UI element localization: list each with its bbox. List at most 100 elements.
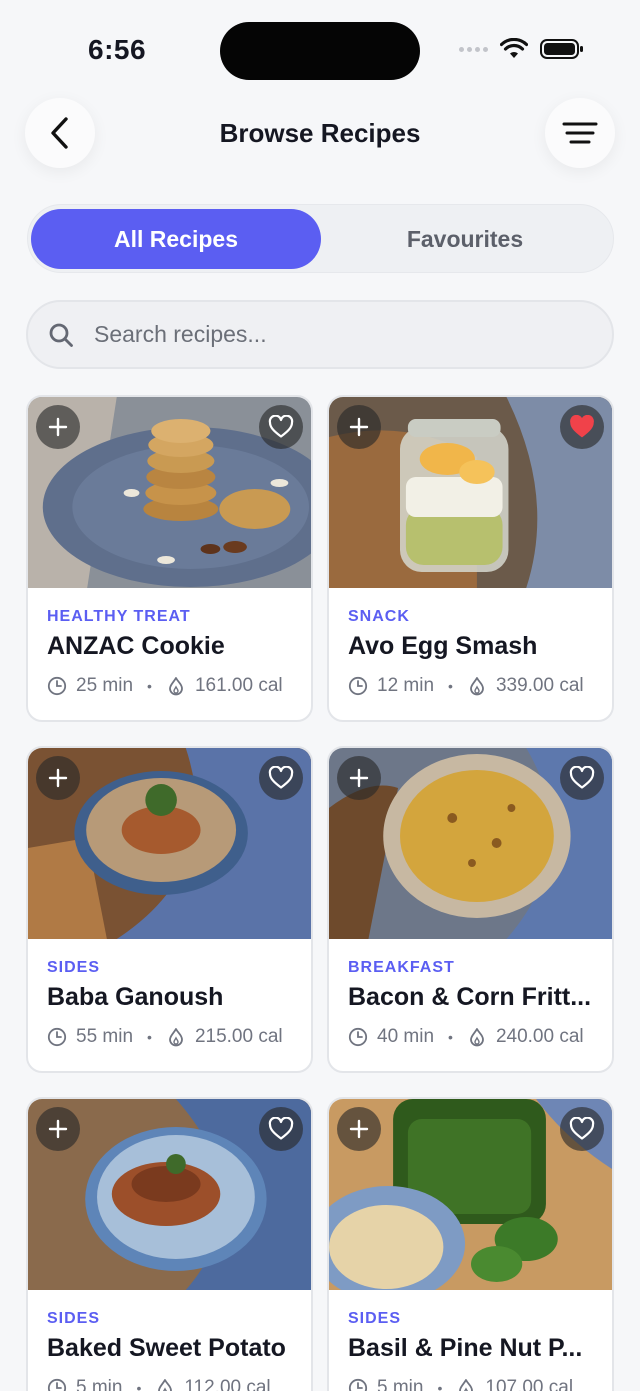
recipe-image xyxy=(329,1099,612,1290)
heart-outline-icon xyxy=(569,766,595,789)
recipe-name: Avo Egg Smash xyxy=(348,632,538,660)
recipe-meta: 5 min • 107.00 cal xyxy=(348,1377,592,1391)
clock-icon xyxy=(47,676,67,696)
plus-icon xyxy=(349,1119,369,1139)
search-input[interactable] xyxy=(94,321,554,348)
recipe-card[interactable]: SIDES Baked Sweet Potato 5 min • 112.00 … xyxy=(26,1097,313,1391)
recipe-card[interactable]: HEALTHY TREAT ANZAC Cookie 25 min • 161.… xyxy=(26,395,313,722)
recipe-calories: 339.00 cal xyxy=(495,675,584,696)
recipe-name: Baked Sweet Potato xyxy=(47,1334,286,1362)
favourite-button[interactable] xyxy=(560,756,604,800)
flame-icon xyxy=(467,1027,487,1047)
favourite-button[interactable] xyxy=(560,1107,604,1151)
recipe-time: 40 min xyxy=(377,1026,435,1047)
flame-icon xyxy=(456,1378,476,1391)
recipe-calories: 161.00 cal xyxy=(194,675,283,696)
heart-outline-icon xyxy=(268,1117,294,1140)
favourite-button[interactable] xyxy=(259,1107,303,1151)
recipe-image xyxy=(28,397,311,588)
recipe-category: SNACK xyxy=(348,608,410,625)
recipe-time: 5 min xyxy=(377,1377,424,1391)
clock-icon xyxy=(348,676,368,696)
recipe-card[interactable]: SNACK Avo Egg Smash 12 min • 339.00 cal xyxy=(327,395,614,722)
meta-separator: • xyxy=(147,1029,152,1045)
clock-icon xyxy=(47,1027,67,1047)
plus-icon xyxy=(48,768,68,788)
recipe-time: 12 min xyxy=(377,675,435,696)
meta-separator: • xyxy=(147,678,152,694)
plus-icon xyxy=(349,417,369,437)
add-to-plan-button[interactable] xyxy=(36,405,80,449)
page-title: Browse Recipes xyxy=(219,118,421,148)
recipe-card[interactable]: SIDES Baba Ganoush 55 min • 215.00 cal xyxy=(26,746,313,1073)
favourite-button[interactable] xyxy=(259,405,303,449)
status-time: 6:56 xyxy=(88,34,147,65)
meta-separator: • xyxy=(448,1029,453,1045)
status-icons xyxy=(459,38,584,60)
plus-icon xyxy=(48,1119,68,1139)
flame-icon xyxy=(166,676,186,696)
clock-icon xyxy=(47,1378,67,1391)
status-bar: 6:56 xyxy=(0,0,640,100)
recipe-meta: 5 min • 112.00 cal xyxy=(47,1377,291,1391)
battery-icon xyxy=(540,39,583,59)
search-bar xyxy=(26,300,614,369)
recipe-category: SIDES xyxy=(47,1310,101,1327)
heart-outline-icon xyxy=(268,766,294,789)
wifi-icon xyxy=(500,38,528,58)
add-to-plan-button[interactable] xyxy=(337,756,381,800)
favourite-button[interactable] xyxy=(560,405,604,449)
plus-icon xyxy=(48,417,68,437)
recipe-name: Bacon & Corn Fritt... xyxy=(348,983,592,1011)
plus-icon xyxy=(349,768,369,788)
flame-icon xyxy=(467,676,487,696)
meta-separator: • xyxy=(136,1380,142,1391)
recipe-image xyxy=(329,397,612,588)
clock-icon xyxy=(348,1378,368,1391)
menu-lines-icon xyxy=(562,122,598,144)
recipe-image xyxy=(28,748,311,939)
tab-all-recipes[interactable]: All Recipes xyxy=(31,209,321,269)
flame-icon xyxy=(155,1378,175,1391)
recipe-calories: 107.00 cal xyxy=(485,1377,574,1391)
recipe-meta: 12 min • 339.00 cal xyxy=(348,675,592,697)
signal-dots-icon xyxy=(459,46,488,52)
add-to-plan-button[interactable] xyxy=(36,756,80,800)
recipe-meta: 25 min • 161.00 cal xyxy=(47,675,291,697)
dynamic-island xyxy=(220,22,420,80)
recipe-card[interactable]: SIDES Basil & Pine Nut P... 5 min • 107.… xyxy=(327,1097,614,1391)
meta-separator: • xyxy=(437,1380,443,1391)
clock-icon xyxy=(348,1027,368,1047)
recipe-name: Baba Ganoush xyxy=(47,983,224,1011)
recipe-card[interactable]: BREAKFAST Bacon & Corn Fritt... 40 min •… xyxy=(327,746,614,1073)
recipe-image xyxy=(28,1099,311,1290)
heart-outline-icon xyxy=(268,415,294,438)
add-to-plan-button[interactable] xyxy=(337,405,381,449)
add-to-plan-button[interactable] xyxy=(337,1107,381,1151)
add-to-plan-button[interactable] xyxy=(36,1107,80,1151)
recipe-category: BREAKFAST xyxy=(348,959,455,976)
recipe-image xyxy=(329,748,612,939)
recipe-time: 5 min xyxy=(76,1377,123,1391)
recipe-tabs: All Recipes Favourites xyxy=(27,204,614,273)
recipe-meta: 40 min • 240.00 cal xyxy=(348,1026,592,1048)
recipe-name: ANZAC Cookie xyxy=(47,632,225,660)
tab-favourites[interactable]: Favourites xyxy=(320,209,610,269)
flame-icon xyxy=(166,1027,186,1047)
favourite-button[interactable] xyxy=(259,756,303,800)
heart-filled-icon xyxy=(570,415,594,438)
search-icon xyxy=(48,322,74,348)
recipe-category: SIDES xyxy=(348,1310,402,1327)
recipe-name: Basil & Pine Nut P... xyxy=(348,1334,583,1362)
recipe-time: 55 min xyxy=(76,1026,134,1047)
filter-menu-button[interactable] xyxy=(545,98,615,168)
recipe-category: SIDES xyxy=(47,959,101,976)
recipe-calories: 215.00 cal xyxy=(194,1026,283,1047)
meta-separator: • xyxy=(448,678,453,694)
recipe-meta: 55 min • 215.00 cal xyxy=(47,1026,291,1048)
recipe-time: 25 min xyxy=(76,675,134,696)
recipe-calories: 112.00 cal xyxy=(184,1377,271,1391)
recipe-category: HEALTHY TREAT xyxy=(47,608,191,625)
heart-outline-icon xyxy=(569,1117,595,1140)
recipe-calories: 240.00 cal xyxy=(495,1026,584,1047)
